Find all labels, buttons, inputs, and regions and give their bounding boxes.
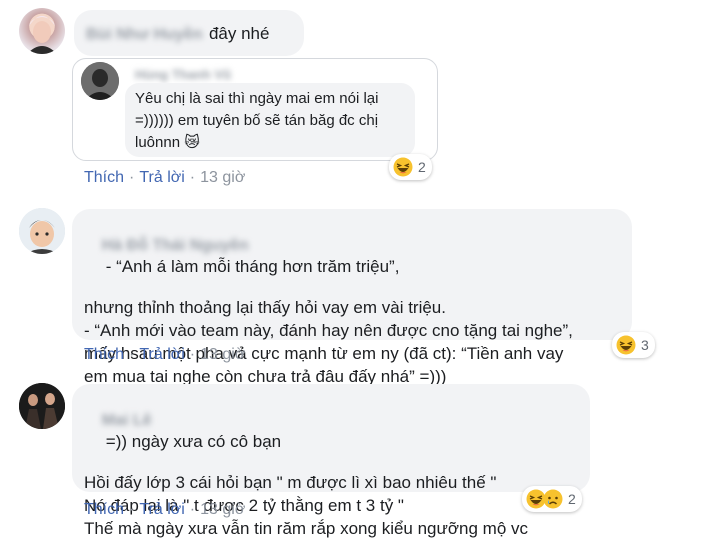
quoted-avatar-image: [81, 62, 119, 100]
reaction-count: 2: [418, 159, 426, 175]
avatar-image: [19, 208, 65, 254]
like-link[interactable]: Thích: [84, 501, 124, 518]
avatar[interactable]: [19, 383, 65, 429]
avatar[interactable]: [19, 8, 65, 54]
comment-author[interactable]: Mai Lê: [102, 412, 152, 430]
comment-text: đây nhé: [208, 24, 270, 43]
comment-line: nhưng thỉnh thoảng lại thấy hỏi vay em v…: [84, 298, 446, 317]
comment-line: - “Anh á làm mỗi tháng hơn trăm triệu”,: [105, 257, 400, 276]
laughing-emoji-icon: [616, 335, 636, 355]
sad-emoji-icon: [543, 489, 563, 509]
avatar-image: [27, 16, 57, 54]
timestamp[interactable]: 13 giờ: [200, 346, 245, 363]
reaction-summary[interactable]: 2: [389, 154, 432, 180]
quoted-bubble: Yêu chị là sai thì ngày mai em nói lại =…: [125, 83, 415, 157]
comment-actions: Thích · Trả lời · 13 giờ: [84, 346, 246, 363]
like-link[interactable]: Thích: [84, 346, 124, 363]
comment-bubble: Bùi Như Huyền đây nhé: [74, 10, 304, 56]
comment-author[interactable]: Bùi Như Huyền: [86, 26, 202, 44]
comment-line: - “Anh mới vào team này, đánh hay nên đư…: [84, 321, 573, 340]
quoted-avatar: [81, 62, 119, 100]
reply-link[interactable]: Trả lời: [139, 501, 184, 518]
laughing-emoji-icon: [393, 157, 413, 177]
reply-link[interactable]: Trả lời: [139, 169, 184, 186]
reaction-count: 2: [568, 491, 576, 507]
comment-line: Hồi đấy lớp 3 cái hỏi bạn " m được lì xì…: [84, 473, 497, 492]
comment-bubble: Mai Lê =)) ngày xưa có cô bạn Hồi đấy lớ…: [72, 384, 590, 538]
avatar-image: [19, 383, 65, 429]
like-link[interactable]: Thích: [84, 169, 124, 186]
avatar[interactable]: [19, 208, 65, 254]
comment-actions: Thích · Trả lời · 13 giờ: [84, 501, 246, 518]
quoted-line: luônnn 😿: [135, 134, 200, 151]
quoted-line: =)))))) em tuyên bố sẽ tán băg đc chị: [135, 112, 379, 129]
reaction-summary[interactable]: 2: [522, 486, 582, 512]
comment-author[interactable]: Hà Đỗ Thái Nguyên: [102, 237, 249, 255]
reply-link[interactable]: Trả lời: [139, 346, 184, 363]
quoted-comment[interactable]: Hùng Thanh Vũ Yêu chị là sai thì ngày ma…: [72, 58, 438, 161]
timestamp[interactable]: 13 giờ: [200, 169, 245, 186]
reaction-summary[interactable]: 3: [612, 332, 655, 358]
comment-bubble: Hà Đỗ Thái Nguyên - “Anh á làm mỗi tháng…: [72, 209, 632, 386]
quoted-line: Yêu chị là sai thì ngày mai em nói lại: [135, 90, 379, 107]
reaction-count: 3: [641, 337, 649, 353]
timestamp[interactable]: 13 giờ: [200, 501, 245, 518]
quoted-author[interactable]: Hùng Thanh Vũ: [135, 67, 231, 82]
comment-line: =)) ngày xưa có cô bạn: [105, 432, 282, 451]
comment-actions: Thích · Trả lời · 13 giờ: [84, 169, 246, 186]
